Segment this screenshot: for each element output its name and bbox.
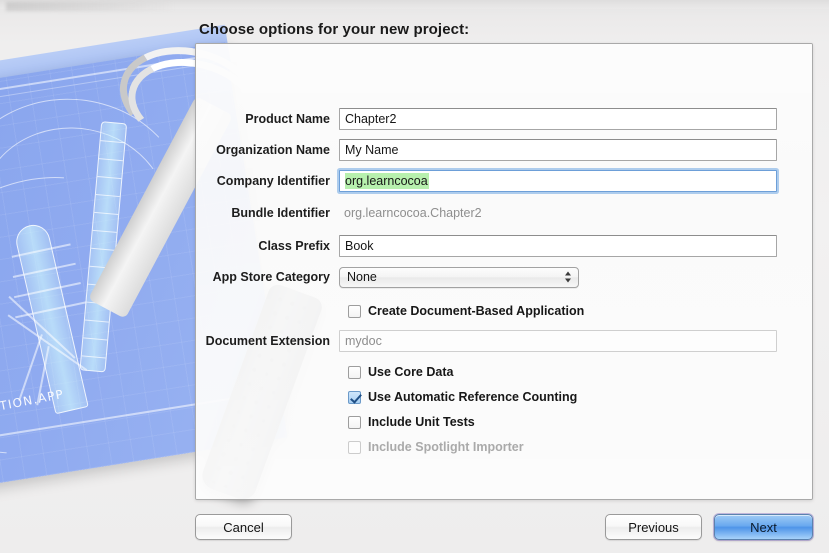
checkbox-label: Include Spotlight Importer (368, 440, 524, 454)
form-row-document-extension: Document Extension mydoc (196, 330, 814, 352)
menu-bar-ghost-text (6, 2, 176, 11)
stepper-arrows-icon (565, 271, 571, 283)
checkbox-box-icon (348, 304, 361, 318)
form-row-class-prefix: Class Prefix Book (196, 235, 814, 257)
label-company-identifier: Company Identifier (216, 174, 330, 188)
checkmark-icon (348, 390, 361, 404)
input-class-prefix[interactable]: Book (339, 235, 777, 257)
cancel-button[interactable]: Cancel (195, 514, 292, 540)
form-row-bundle-identifier: Bundle Identifier org.learncocoa.Chapter… (196, 202, 814, 224)
select-app-store-category[interactable]: None (339, 266, 579, 288)
form-row-organization-name: Organization Name My Name (196, 139, 814, 161)
checkbox-label: Use Automatic Reference Counting (368, 390, 578, 404)
form-row-app-store-category: App Store Category None (196, 266, 814, 288)
label-organization-name: Organization Name (216, 143, 330, 157)
input-document-extension[interactable]: mydoc (339, 330, 777, 352)
checkbox-box-icon (348, 415, 361, 429)
input-organization-name[interactable]: My Name (339, 139, 777, 161)
checkbox-label: Create Document-Based Application (368, 304, 585, 318)
checkbox-label: Use Core Data (368, 365, 454, 379)
input-company-identifier[interactable]: org.learncocoa (339, 170, 777, 192)
label-document-extension: Document Extension (205, 334, 330, 348)
checkbox-use-core-data[interactable]: Use Core Data (348, 363, 453, 381)
checkbox-box-icon (348, 440, 361, 454)
checkbox-include-spotlight-importer: Include Spotlight Importer (348, 438, 524, 456)
previous-button[interactable]: Previous (605, 514, 702, 540)
form-row-product-name: Product Name Chapter2 (196, 108, 814, 130)
value-bundle-identifier: org.learncocoa.Chapter2 (344, 206, 482, 220)
label-product-name: Product Name (245, 112, 330, 126)
project-options-panel: Product Name Chapter2 Organization Name … (195, 43, 813, 500)
form-row-company-identifier: Company Identifier org.learncocoa (196, 170, 814, 192)
select-app-store-category-value: None (347, 270, 377, 284)
checkbox-use-automatic-reference-counting[interactable]: Use Automatic Reference Counting (348, 388, 577, 406)
input-company-identifier-selected-text: org.learncocoa (345, 173, 429, 189)
checkbox-create-document-based-application[interactable]: Create Document-Based Application (348, 302, 584, 320)
label-class-prefix: Class Prefix (258, 239, 330, 253)
next-button[interactable]: Next (714, 514, 813, 540)
label-app-store-category: App Store Category (212, 270, 330, 284)
checkbox-box-icon (348, 365, 361, 379)
page-title: Choose options for your new project: (199, 21, 470, 38)
label-bundle-identifier: Bundle Identifier (231, 206, 330, 220)
checkbox-include-unit-tests[interactable]: Include Unit Tests (348, 413, 475, 431)
checkbox-label: Include Unit Tests (368, 415, 475, 429)
input-product-name[interactable]: Chapter2 (339, 108, 777, 130)
